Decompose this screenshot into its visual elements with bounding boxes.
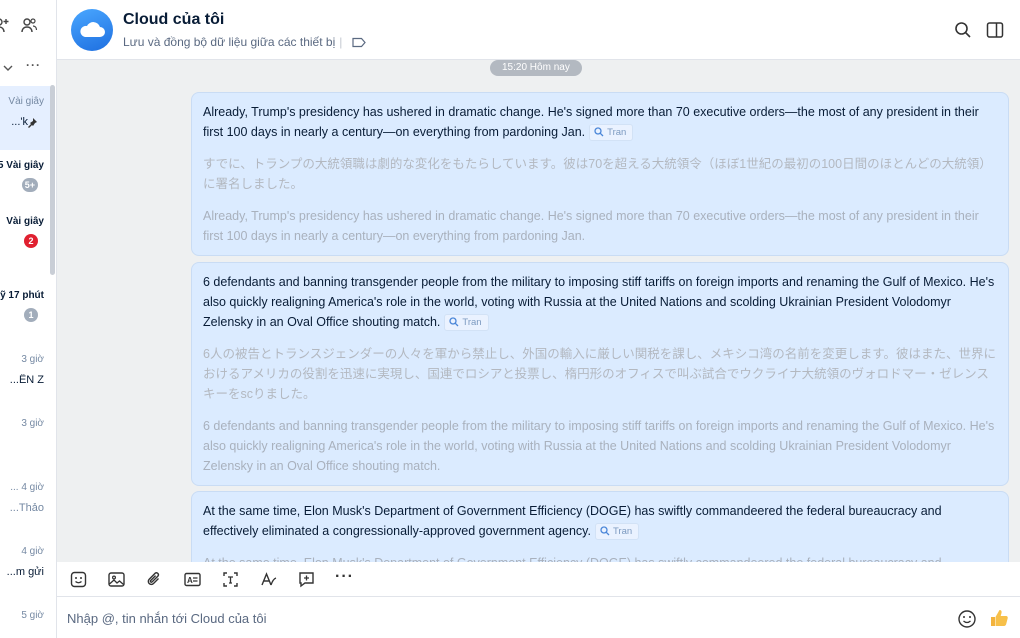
conversation-item[interactable]: Vài giây 2 <box>0 206 50 270</box>
translate-button[interactable]: Tran <box>594 523 640 541</box>
conversation-snippet: k'... <box>11 116 28 128</box>
chevron-down-icon[interactable] <box>2 62 14 77</box>
date-divider: 15:20 Hôm nay <box>490 60 582 76</box>
conversation-item[interactable]: 4 giờ m gửi... <box>0 536 50 600</box>
translate-search-icon <box>600 526 610 536</box>
conversation-item[interactable]: 5 giờ <box>0 600 50 638</box>
business-card-icon[interactable]: A <box>183 570 202 589</box>
message-text: At the same time, Elon Musk's Department… <box>203 501 997 541</box>
conversation-time: Vài giây <box>6 216 44 227</box>
message-bubble[interactable]: Already, Trump's presidency has ushered … <box>191 92 1009 256</box>
thumbs-up-icon[interactable] <box>988 607 1010 629</box>
translate-label: Tran <box>607 127 627 139</box>
translate-label: Tran <box>462 317 482 329</box>
conversation-snippet: ÊN Z... <box>9 374 44 386</box>
page-subtitle: Lưu và đồng bộ dữ liệu giữa các thiết bị… <box>123 35 367 51</box>
translate-button[interactable]: Tran <box>589 124 634 142</box>
message-echo: 6 defendants and banning transgender peo… <box>203 419 995 473</box>
create-group-icon[interactable] <box>20 16 38 34</box>
conversation-time: 4 giờ <box>21 546 44 557</box>
conversation-sidebar: ··· Vài giây k'... 5 Vài giây 5+ Vài giâ… <box>0 0 57 638</box>
message-bubble[interactable]: 6 defendants and banning transgender peo… <box>191 262 1009 486</box>
message-text: Already, Trump's presidency has ushered … <box>203 102 997 142</box>
composer-toolbar: A ··· <box>57 562 1020 597</box>
subtitle-divider: | <box>339 35 343 49</box>
page-title: Cloud của tôi <box>123 11 225 28</box>
conversation-item[interactable]: Vài giây k'... <box>0 86 50 150</box>
conversation-time: 3 giờ <box>21 354 44 365</box>
message-echo: At the same time, Elon Musk's Department… <box>203 553 997 562</box>
conversation-item[interactable]: 3 giờ <box>0 408 50 472</box>
subtitle-text: Lưu và đồng bộ dữ liệu giữa các thiết bị <box>123 35 336 49</box>
chat-header: Cloud của tôi Lưu và đồng bộ dữ liệu giữ… <box>57 0 1020 60</box>
text-format-icon[interactable] <box>259 570 278 589</box>
message-translation: すでに、トランプの大統領職は劇的な変化をもたらしています。彼は70を超える大統領… <box>203 157 992 191</box>
emoji-icon[interactable] <box>957 609 977 629</box>
tag-icon[interactable] <box>352 37 367 51</box>
add-friend-icon[interactable] <box>0 16 12 34</box>
message-original: At the same time, Elon Musk's Department… <box>203 504 942 538</box>
quick-message-icon[interactable] <box>297 570 316 589</box>
conversation-snippet: Thảo... <box>9 502 44 514</box>
conversation-time: ... 4 giờ <box>10 482 44 493</box>
screenshot-icon[interactable] <box>221 570 240 589</box>
message-input[interactable] <box>67 607 927 629</box>
search-icon[interactable] <box>953 20 973 40</box>
conversation-item[interactable]: 3 giờ ÊN Z... <box>0 344 50 408</box>
message-original: 6 defendants and banning transgender peo… <box>203 275 995 329</box>
message-list[interactable]: 15:20 Hôm nay Already, Trump's presidenc… <box>57 60 1020 562</box>
cloud-avatar[interactable] <box>71 9 113 51</box>
translate-search-icon <box>449 317 459 327</box>
translate-search-icon <box>594 127 604 137</box>
sticker-icon[interactable] <box>69 570 88 589</box>
toggle-panel-icon[interactable] <box>985 20 1005 40</box>
unread-badge: 1 <box>24 308 38 322</box>
conversation-time: ỹ 17 phút <box>0 290 44 301</box>
message-echo: Already, Trump's presidency has ushered … <box>203 209 979 243</box>
message-translation: 6人の被告とトランスジェンダーの人々を軍から禁止し、外国の輸入に厳しい関税を課し… <box>203 347 996 401</box>
more-tools-icon[interactable]: ··· <box>335 568 354 587</box>
translate-button[interactable]: Tran <box>444 314 489 332</box>
more-options-icon[interactable]: ··· <box>26 58 41 72</box>
conversation-time: Vài giây <box>8 96 44 107</box>
conversation-time: 5 Vài giây <box>0 160 44 171</box>
message-composer <box>57 597 1020 638</box>
image-icon[interactable] <box>107 570 126 589</box>
cloud-icon <box>80 22 105 37</box>
conversation-time: 5 giờ <box>21 610 44 621</box>
sidebar-top-actions <box>0 16 56 40</box>
sidebar-scrollbar[interactable] <box>50 85 55 275</box>
unread-badge: 2 <box>24 234 38 248</box>
conversation-snippet: m gửi... <box>6 566 44 578</box>
sidebar-filter-row: ··· <box>0 58 56 78</box>
conversation-time: 3 giờ <box>21 418 44 429</box>
conversation-item[interactable]: ỹ 17 phút 1 <box>0 280 50 344</box>
translate-label: Tran <box>612 526 633 538</box>
conversation-item[interactable]: ... 4 giờ Thảo... <box>0 472 50 536</box>
svg-text:A: A <box>187 576 193 585</box>
attachment-icon[interactable] <box>145 570 164 589</box>
pin-icon <box>26 116 38 128</box>
unread-badge: 5+ <box>21 178 38 192</box>
message-bubble[interactable]: At the same time, Elon Musk's Department… <box>191 491 1009 562</box>
conversation-item[interactable]: 5 Vài giây 5+ <box>0 150 50 214</box>
message-text: 6 defendants and banning transgender peo… <box>203 272 997 332</box>
